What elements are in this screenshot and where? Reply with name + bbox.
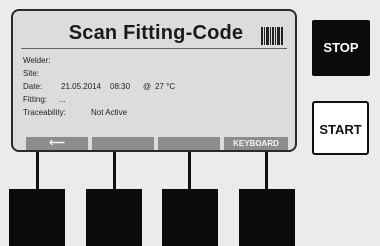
function-key-3[interactable] [162,189,218,246]
softkey-2[interactable] [92,137,154,150]
softkey-keyboard-label: KEYBOARD [233,139,279,148]
welder-label: Welder: [23,56,51,65]
start-button[interactable]: START [312,101,369,155]
softkey-bar: ⟵ KEYBOARD [20,137,288,151]
welder-field: Welder: [23,56,50,65]
date-value: 21.05.2014 [61,82,102,91]
date-field: Date: 21.05.2014 08:30 @ 27 °C [23,82,273,91]
site-label: Site: [23,69,40,78]
function-key-4[interactable] [239,189,295,246]
connector-line [188,150,191,190]
softkey-keyboard[interactable]: KEYBOARD [224,137,288,150]
stop-button[interactable]: STOP [312,20,370,76]
connector-line [113,150,116,190]
fitting-value: ... [59,95,66,104]
connector-line [36,150,39,190]
site-field: Site: [23,69,39,78]
softkey-back[interactable]: ⟵ [26,137,88,150]
traceability-value: Not Active [91,108,128,117]
title-divider [21,48,287,49]
back-arrow-icon: ⟵ [49,137,65,149]
device-panel: Scan Fitting-Code Welder: Site: Date: 21… [0,0,380,246]
at-symbol: @ [143,82,152,91]
screen-title: Scan Fitting-Code [68,22,244,44]
traceability-label: Traceability: [23,108,66,117]
function-key-1[interactable] [9,189,65,246]
time-value: 08:30 [110,82,131,91]
display-screen: Scan Fitting-Code Welder: Site: Date: 21… [11,9,297,152]
softkey-3[interactable] [158,137,220,150]
function-key-2[interactable] [86,189,142,246]
connector-line [265,150,268,190]
fitting-label: Fitting: [23,95,48,104]
temperature-value: 27 °C [155,82,176,91]
barcode-icon [261,27,283,45]
fitting-field: Fitting: ... [23,95,143,104]
traceability-field: Traceability: Not Active [23,108,223,117]
date-label: Date: [23,82,43,91]
